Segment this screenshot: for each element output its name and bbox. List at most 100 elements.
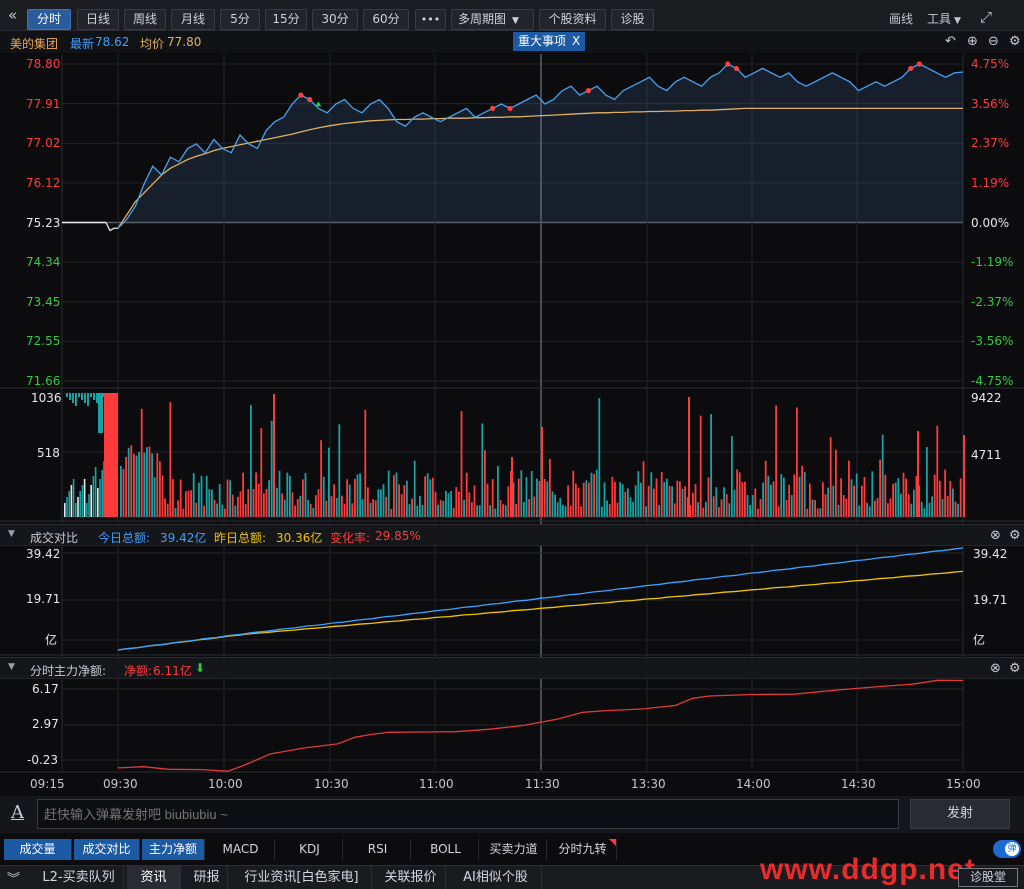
danmu-input[interactable] [37, 799, 899, 829]
compare-title: 成交对比 [30, 531, 79, 545]
volume-bar [458, 491, 460, 517]
volume-bar [811, 499, 814, 517]
bottom-tab-1[interactable]: 资讯 [127, 866, 181, 889]
volume-bar [741, 482, 744, 517]
net-amount-label: 净额: [124, 664, 153, 678]
indicator-tab-4[interactable]: KDJ [277, 839, 343, 860]
volume-bar [793, 474, 796, 517]
net-title: 分时主力净额: [30, 664, 107, 678]
volume-bar [359, 473, 361, 517]
time-label: 14:30 [841, 777, 876, 791]
volume-bar [93, 393, 95, 400]
volume-bar [738, 472, 741, 517]
volume-bar [374, 500, 377, 517]
indicator-tab-3[interactable]: MACD [207, 839, 275, 860]
volume-bar [78, 393, 80, 397]
volume-bar [309, 503, 312, 517]
volume-bar [790, 495, 793, 517]
bottom-tab-3[interactable]: 行业资讯[白色家电] [232, 866, 372, 889]
indicator-tab-5[interactable]: RSI [345, 839, 411, 860]
volume-bar [879, 459, 881, 517]
volume-bar [816, 508, 819, 517]
gear-icon[interactable]: ⚙ [1009, 662, 1021, 676]
indicator-tab-0[interactable]: 成交量 [4, 839, 72, 860]
volume-bar [814, 500, 816, 517]
volume-bar [666, 478, 668, 517]
volume-bar [837, 504, 840, 517]
volume-bar [926, 447, 928, 517]
volume-bar [900, 493, 902, 517]
volume-bar [720, 499, 723, 517]
volume-bar [174, 508, 177, 517]
volume-bar [824, 494, 827, 517]
volume-bar [660, 471, 663, 517]
volume-bar [203, 505, 205, 517]
volume-bar [177, 500, 179, 517]
volume-bar [733, 489, 736, 517]
indicator-tab-7[interactable]: 买卖力道 [481, 839, 547, 860]
bottom-tab-5[interactable]: AI相似个股 [450, 866, 542, 889]
volume-bar [341, 495, 343, 517]
indicator-tab-8[interactable]: 分时九转 [549, 839, 617, 860]
collapse-triangle-icon[interactable]: ▼ [8, 662, 15, 672]
volume-bar [546, 481, 549, 517]
danmu-toggle[interactable]: 弹 [993, 840, 1021, 858]
volume-bar [668, 485, 671, 517]
volume-bar [283, 499, 286, 517]
indicator-tab-2[interactable]: 主力净额 [142, 839, 205, 860]
volume-bar [289, 475, 291, 517]
collapse-triangle-icon[interactable]: ▼ [8, 529, 15, 539]
change-rate-label: 变化率: [330, 531, 371, 545]
volume-bar [715, 487, 718, 517]
bottom-tab-2[interactable]: 研报 [186, 866, 228, 889]
send-button[interactable]: 发射 [910, 799, 1010, 829]
volume-bar [252, 489, 255, 517]
volume-bar [424, 476, 426, 517]
indicator-tab-1[interactable]: 成交对比 [74, 839, 140, 860]
price-tick: 76.12 [26, 175, 61, 190]
volume-bar [858, 505, 861, 517]
volume-bar [478, 505, 481, 517]
volume-bar [484, 450, 486, 517]
volume-bar [338, 424, 341, 517]
event-marker [298, 92, 304, 98]
down-arrow-icon: ⬇ [195, 661, 206, 675]
today-total-value: 39.42亿 [160, 531, 207, 545]
bottom-tab-4[interactable]: 关联报价 [376, 866, 446, 889]
intraday-chart-canvas[interactable] [0, 0, 1024, 889]
volume-bar [205, 475, 208, 517]
close-circle-icon[interactable]: ⊗ [990, 529, 1001, 543]
volume-bar [944, 469, 946, 517]
diagnose-hall-button[interactable]: 诊股堂 [958, 868, 1018, 887]
time-label: 10:00 [208, 777, 243, 791]
volume-bar [406, 480, 408, 517]
gear-icon[interactable]: ⚙ [1009, 529, 1021, 543]
close-circle-icon[interactable]: ⊗ [990, 662, 1001, 676]
volume-bar [213, 499, 216, 517]
volume-bar [572, 470, 575, 517]
bottom-tab-0[interactable]: L2-买卖队列 [34, 866, 124, 889]
volume-bar [281, 493, 283, 517]
volume-bar [954, 501, 957, 517]
double-chevron-down-icon[interactable]: ︾ [7, 868, 20, 887]
volume-bar [632, 501, 634, 517]
volume-bar [224, 508, 226, 517]
volume-bar [499, 499, 502, 517]
volume-bar [185, 491, 187, 517]
volume-bar [634, 485, 637, 517]
time-label: 15:00 [946, 777, 981, 791]
volume-bar [380, 489, 382, 517]
volume-bar [408, 504, 411, 517]
volume-bar [385, 496, 387, 517]
volume-bar [263, 493, 265, 517]
volume-bar [866, 502, 868, 517]
volume-bar [744, 481, 746, 517]
event-marker [507, 105, 513, 111]
volume-bar [439, 500, 442, 517]
text-style-icon[interactable]: A [11, 802, 24, 823]
volume-bar [304, 472, 307, 517]
volume-bar [356, 474, 359, 517]
indicator-tab-6[interactable]: BOLL [413, 839, 479, 860]
volume-bar [959, 478, 962, 517]
volume-bar [702, 507, 705, 517]
